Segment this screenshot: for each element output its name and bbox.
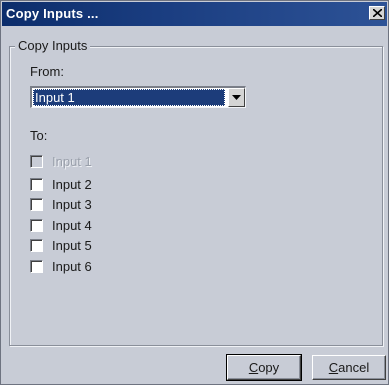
cancel-button-label: ancel <box>338 360 370 375</box>
close-icon <box>373 9 382 17</box>
input-1-checkbox <box>30 155 43 168</box>
title-bar[interactable]: Copy Inputs ... <box>2 2 387 26</box>
groupbox-legend: Copy Inputs <box>15 38 91 53</box>
from-select-value: Input 1 <box>33 89 225 106</box>
to-label: To: <box>30 128 48 143</box>
input-1-label: Input 1 <box>52 154 92 169</box>
copy-button-mnemonic: C <box>248 360 259 375</box>
input-6-checkbox[interactable] <box>30 260 43 273</box>
input-5-label[interactable]: Input 5 <box>52 238 92 253</box>
input-6-label[interactable]: Input 6 <box>52 259 92 274</box>
input-4-checkbox[interactable] <box>30 219 43 232</box>
input-3-label[interactable]: Input 3 <box>52 197 92 212</box>
input-3-checkbox[interactable] <box>30 198 43 211</box>
from-label: From: <box>30 64 64 79</box>
input-5-checkbox[interactable] <box>30 239 43 252</box>
from-select-dropdown-button[interactable] <box>228 88 245 107</box>
input-2-label[interactable]: Input 2 <box>52 177 92 192</box>
from-select[interactable]: Input 1 <box>30 86 246 108</box>
input-4-label[interactable]: Input 4 <box>52 218 92 233</box>
copy-button-label: opy <box>258 360 280 375</box>
copy-button[interactable]: Copy <box>226 354 302 381</box>
input-2-checkbox[interactable] <box>30 178 43 191</box>
close-button[interactable] <box>369 6 385 20</box>
dialog-title: Copy Inputs ... <box>6 6 99 21</box>
chevron-down-icon <box>232 95 241 100</box>
cancel-button[interactable]: Cancel <box>312 355 386 380</box>
cancel-button-mnemonic: C <box>328 360 339 375</box>
